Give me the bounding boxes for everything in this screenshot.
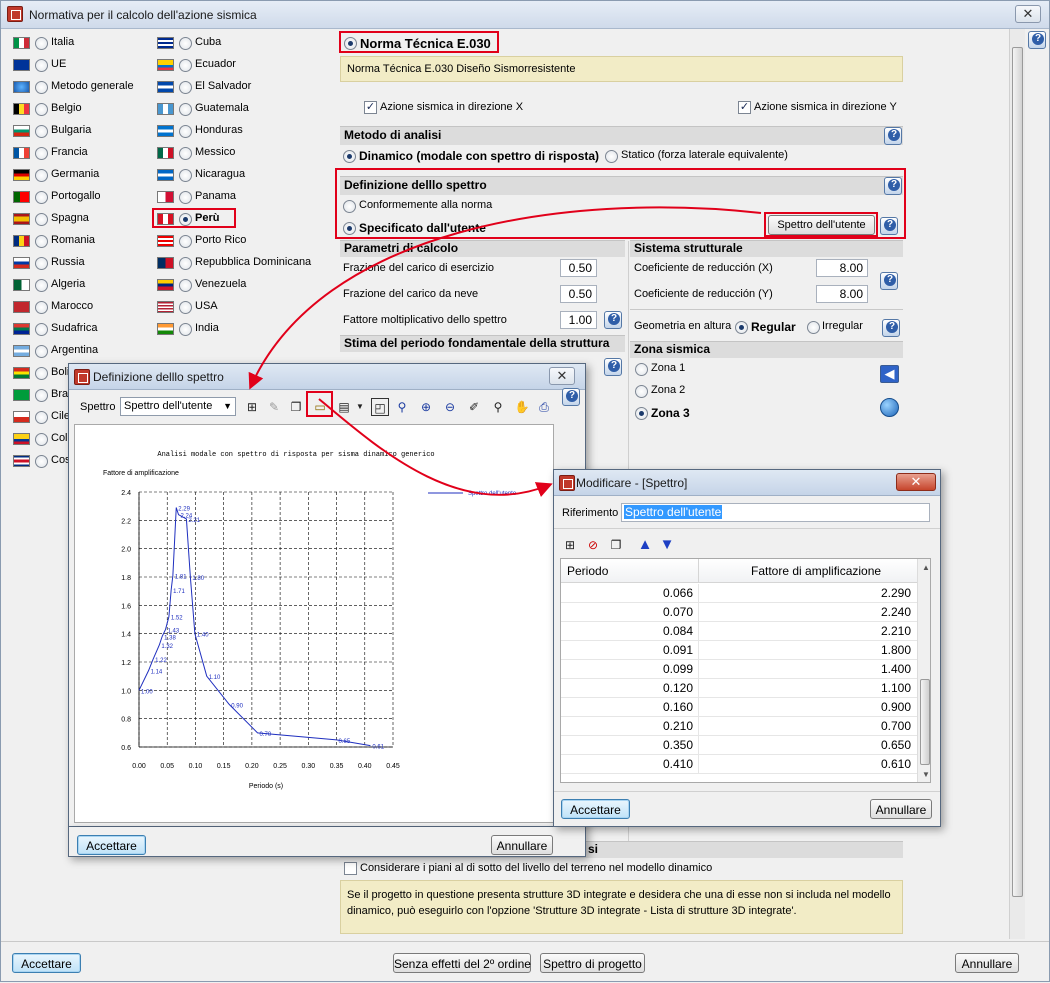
main-window: Normativa per il calcolo dell'azione sis…: [0, 0, 1050, 982]
annotation-arrows: [248, 206, 762, 497]
arrow-to-edit: [318, 398, 553, 497]
arrow-to-dialog: [248, 206, 762, 390]
